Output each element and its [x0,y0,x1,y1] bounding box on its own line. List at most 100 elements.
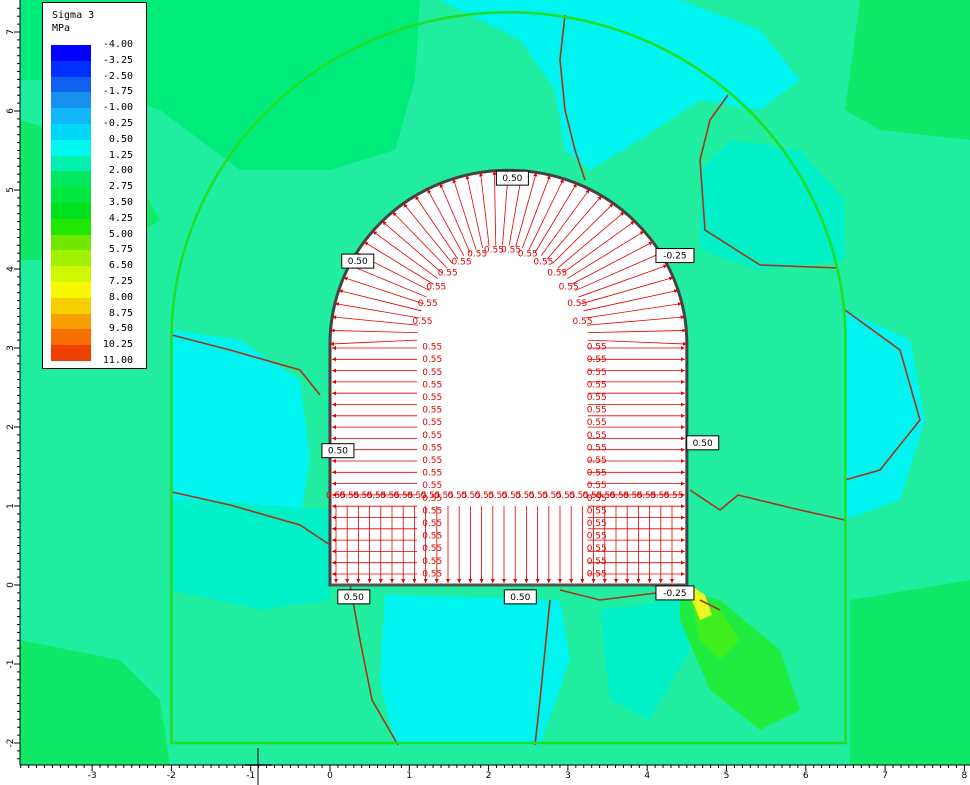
legend-swatch [51,329,91,346]
boundary-label-text: -0.25 [663,252,686,262]
boundary-value-label: 0.50 [337,589,371,605]
load-value-label: 0.55 [587,469,607,479]
load-value-label: 0.55 [587,355,607,365]
load-value-label: 0.55 [587,343,607,353]
y-tick-label: 4 [6,266,16,272]
contour-region [850,580,970,765]
load-value-label: 0.55 [587,431,607,441]
contour-region [380,595,570,745]
load-value-label: 0.55 [567,299,587,309]
x-tick-label: -1 [246,771,255,781]
y-tick-label: -2 [6,739,16,748]
load-value-label: 0.55 [412,317,432,327]
legend-swatch [51,203,91,219]
load-value-label: 0.55 [663,491,683,501]
legend-swatch [51,155,91,172]
load-value-label: 0.55 [533,257,553,267]
legend-swatch [51,60,91,77]
load-value-label: 0.55 [422,569,442,579]
legend-swatch [51,282,91,298]
boundary-value-label: -0.25 [655,248,695,264]
x-tick-label: 4 [644,771,650,781]
load-value-label: 0.55 [422,418,442,428]
y-tick-label: 6 [6,108,16,114]
load-value-label: 0.55 [422,469,442,479]
load-value-label: 0.55 [422,544,442,554]
load-value-label: 0.55 [587,418,607,428]
legend-swatch [51,139,91,156]
boundary-value-label: 0.50 [495,170,529,186]
load-value-label: 0.55 [587,506,607,516]
excavation-boundary [328,168,689,587]
legend-row: 11.00 [51,355,141,377]
x-tick-label: 2 [486,771,492,781]
load-value-label: 0.55 [422,481,442,491]
y-tick-label: 7 [6,29,16,35]
y-tick-label: 5 [6,187,16,193]
legend-title: Sigma 3 [52,10,95,21]
legend-level-label: 2.75 [108,181,133,193]
legend-level-label: 8.75 [108,307,133,319]
load-value-label: 0.55 [422,343,442,353]
load-value-label: 0.55 [587,443,607,453]
legend-swatch [51,187,91,203]
load-value-label: 0.55 [422,506,442,516]
boundary-label-text: 0.50 [328,447,348,457]
boundary-value-label: -0.25 [655,585,695,601]
legend-swatch [51,218,91,235]
boundary-value-label: 0.50 [321,443,355,459]
load-value-label: 0.55 [587,544,607,554]
boundary-label-text: -0.25 [663,589,686,599]
legend-level-label: 11.00 [102,355,133,366]
x-tick-label: -3 [88,771,97,781]
x-tick-label: 1 [406,771,412,781]
y-tick-label: -1 [6,660,16,669]
legend-level-label: 8.00 [108,291,133,303]
load-value-label: 0.55 [438,268,458,278]
load-value-label: 0.55 [559,283,579,293]
legend-swatch [51,266,91,282]
legend-level-label: -1.75 [102,86,133,98]
load-value-label: 0.55 [573,317,593,327]
y-tick-label: 3 [6,345,16,351]
legend-level-label: 4.25 [108,212,133,224]
legend-swatch [51,250,91,267]
legend-level-label: 7.25 [108,276,133,287]
legend-swatch [51,124,91,140]
legend-swatch [51,313,91,330]
boundary-value-label: 0.50 [341,253,375,269]
load-value-label: 0.55 [422,406,442,416]
x-tick-label: 5 [724,771,730,781]
load-value-label: 0.55 [422,456,442,466]
y-tick-label: 0 [6,582,16,588]
load-value-label: 0.55 [422,368,442,378]
load-value-label: 0.55 [422,443,442,453]
load-value-label: 0.55 [422,519,442,529]
boundary-label-text: 0.50 [693,439,713,449]
load-value-label: 0.55 [422,532,442,542]
load-value-label: 0.55 [422,431,442,441]
load-value-label: 0.55 [587,519,607,529]
legend-level-label: 6.50 [108,260,133,272]
legend-level-label: -0.25 [102,118,133,129]
x-tick-label: -2 [167,771,176,781]
load-value-label: 0.55 [587,456,607,466]
y-tick-label: 2 [6,424,16,430]
load-value-label: 0.55 [587,532,607,542]
load-value-label: 0.55 [587,481,607,491]
boundary-label-text: 0.50 [348,257,368,267]
load-value-label: 0.55 [547,268,567,278]
legend-unit: MPa [52,23,71,34]
x-tick-label: 0 [327,771,333,781]
load-value-label: 0.55 [587,406,607,416]
x-tick-label: 3 [565,771,571,781]
legend-level-label: 5.75 [108,244,133,256]
boundary-label-text: 0.50 [344,593,364,603]
boundary-value-label: 0.50 [503,589,537,605]
legend-swatch [51,76,91,93]
load-value-label: 0.55 [587,368,607,378]
legend-swatch [51,45,91,61]
y-tick-label: 1 [6,503,16,509]
legend-level-label: -4.00 [102,39,133,50]
legend-swatch [51,108,91,124]
